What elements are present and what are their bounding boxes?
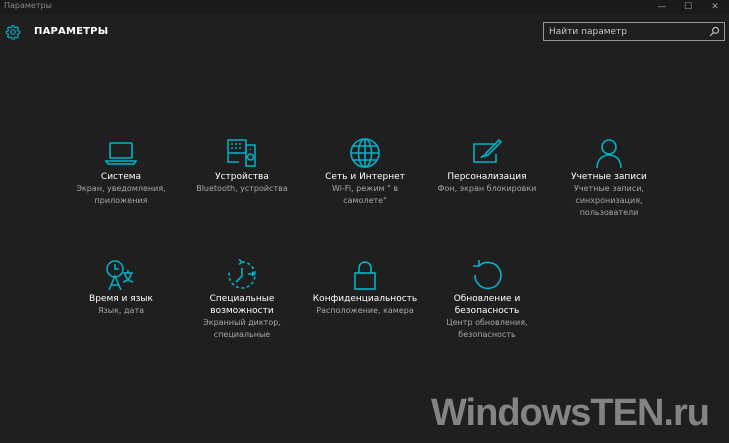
tile-network[interactable]: Сеть и Интернет Wi-Fi, режим " в самолет… [310,136,420,207]
tile-description: Учетные записи, синхронизация, пользоват… [574,184,644,217]
tile-label: Специальные возможности [209,294,275,316]
watermark-logo: WindowsTEN.ru [431,392,710,434]
tile-description: Расположение, камера [316,306,414,315]
lock-icon [354,261,376,290]
tile-label: Обновление и безопасность [453,294,521,316]
gear-icon [5,25,21,40]
tile-description: Экранный диктор, специальные [203,318,281,339]
tile-devices[interactable]: Устройства Bluetooth, устройства [187,136,297,195]
page-title: ПАРАМЕТРЫ [34,26,109,37]
tile-time-language[interactable]: Время и язык Язык, дата [66,258,176,317]
search-input[interactable] [544,23,709,40]
person-icon [596,139,622,169]
tile-accessibility[interactable]: Специальные возможности Экранный диктор,… [187,258,297,341]
tile-personalization[interactable]: Персонализация Фон, экран блокировки [432,136,542,195]
globe-icon [350,138,380,168]
tile-privacy[interactable]: Конфиденциальность Расположение, камера [310,258,420,317]
tile-label: Система [100,172,142,182]
time-language-icon [106,260,134,291]
update-icon [473,260,502,290]
personalization-icon [473,138,503,163]
tile-description: Wi-Fi, режим " в самолете" [331,184,399,205]
tile-description: Фон, экран блокировки [437,184,537,193]
tile-label: Персонализация [447,172,527,182]
tile-update-security[interactable]: Обновление и безопасность Центр обновлен… [432,258,542,341]
laptop-icon [104,142,138,165]
window-titlebar: Параметры — ☐ ✕ [0,0,729,14]
tile-label: Учетные записи [571,172,647,182]
tile-label: Устройства [215,172,269,182]
tile-description: Bluetooth, устройства [196,184,288,193]
app-header: ПАРАМЕТРЫ [0,14,729,52]
search-icon[interactable] [709,26,720,37]
accessibility-icon [228,258,256,289]
tile-description: Язык, дата [97,306,145,315]
devices-icon [227,139,256,167]
search-box[interactable] [543,22,725,41]
tile-description: Экран, уведомления, приложения [76,184,166,205]
tile-system[interactable]: Система Экран, уведомления, приложения [66,136,176,207]
tile-accounts[interactable]: Учетные записи Учетные записи, синхрониз… [554,136,664,219]
tile-label: Время и язык [89,294,153,304]
maximize-button[interactable]: ☐ [673,0,703,14]
window-title: Параметры [4,1,52,10]
tile-label: Конфиденциальность [312,294,418,304]
tile-label: Сеть и Интернет [325,172,405,182]
tile-description: Центр обновления, безопасность [446,318,528,339]
close-button[interactable]: ✕ [700,0,729,14]
